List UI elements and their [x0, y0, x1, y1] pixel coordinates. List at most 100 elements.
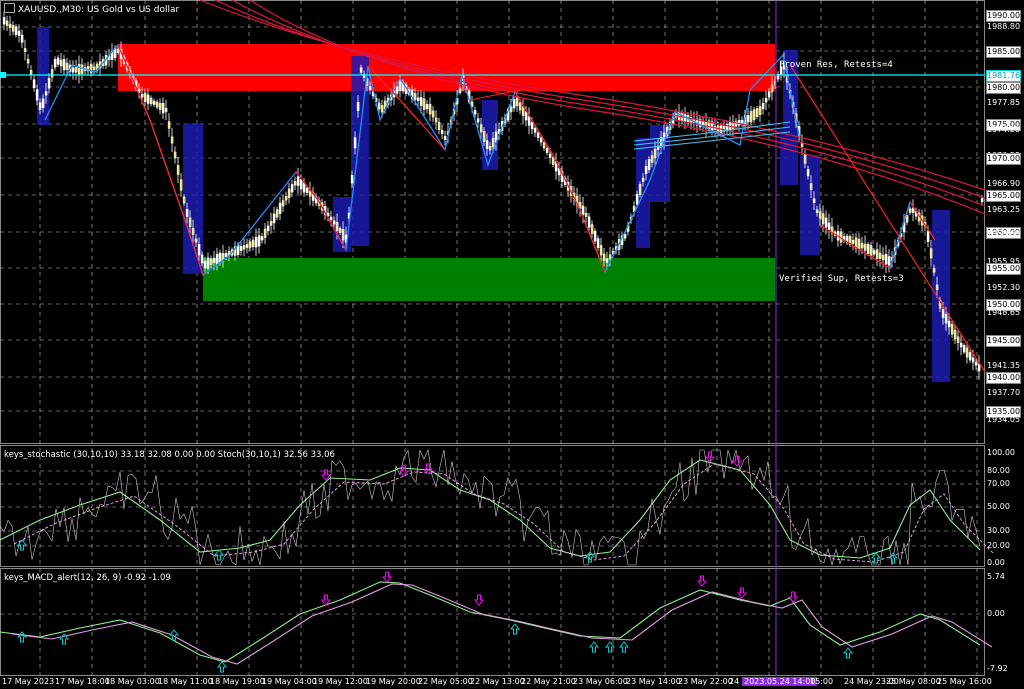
candle-body [806, 169, 810, 177]
candle-body [485, 140, 489, 149]
candle-body [251, 239, 255, 248]
candle-body [548, 153, 552, 158]
price-tick-label: 1974.20 [987, 125, 1021, 134]
candle-body [878, 252, 882, 259]
resistance-zone [118, 44, 775, 91]
candle-body [377, 102, 381, 110]
candle-body [158, 102, 162, 110]
candle-body [872, 250, 876, 255]
candle-body [353, 137, 357, 149]
stochastic-level-label: 100.00 [987, 448, 1015, 457]
candle-body [968, 352, 972, 361]
price-tick-label: 1959.60 [987, 229, 1021, 238]
candle-body [245, 244, 249, 248]
candle-body [248, 241, 252, 248]
candle-body [866, 243, 870, 255]
candle-body [56, 57, 60, 65]
candle-body [758, 106, 762, 116]
current-price-box: 1981.76 [986, 70, 1021, 82]
price-tick-label: 1970.00 [986, 153, 1021, 165]
candle-body [950, 323, 954, 335]
candle-body [740, 119, 744, 124]
candle-body [203, 260, 207, 269]
candle-body [296, 176, 300, 186]
macd-level-label: 5.74 [987, 572, 1005, 581]
candle-body [62, 59, 66, 71]
candle-body [185, 209, 189, 217]
candle-body [284, 196, 288, 201]
price-tick-label: 1945.00 [986, 335, 1021, 347]
price-tick-label: 1934.05 [987, 415, 1021, 424]
candle-body [77, 63, 81, 76]
time-tick-label: 19 May 20:00 [366, 677, 421, 686]
candle-body [92, 66, 96, 70]
time-tick-label: 17 May 2023 [2, 677, 55, 686]
stochastic-lines [0, 448, 995, 566]
stochastic-level-label: 50.00 [987, 502, 1010, 511]
candle-body [221, 253, 225, 260]
candle-body [473, 110, 477, 115]
time-tick-label: 22 May 05:00 [418, 677, 473, 686]
candle-body [164, 107, 168, 113]
candle-body [50, 69, 54, 78]
chart-canvas[interactable] [0, 0, 1024, 689]
candle-body [980, 197, 984, 203]
candle-body [947, 320, 951, 328]
candle-body [152, 100, 156, 105]
candle-body [965, 347, 969, 358]
time-tick-label: 15:00 [810, 677, 834, 686]
candle-body [530, 122, 534, 130]
candle-body [305, 187, 309, 194]
candle-body [146, 94, 150, 104]
candle-body [335, 222, 339, 231]
candle-body [752, 109, 756, 120]
candle-body [71, 67, 75, 73]
candle-body [551, 157, 555, 165]
candle-body [167, 121, 171, 129]
price-tick-label: 1985.00 [986, 46, 1021, 58]
candle-body [440, 129, 444, 135]
price-tick-label: 1990.00 [986, 10, 1021, 22]
candle-body [770, 84, 774, 93]
stochastic-level-label: 0.00 [987, 558, 1005, 567]
candle-body [524, 111, 528, 121]
price-tick-label: 1977.85 [987, 98, 1021, 107]
candle-body [962, 345, 966, 353]
candle-body [260, 236, 264, 241]
candle-body [266, 225, 270, 232]
candle-body [863, 243, 867, 251]
arrow-down-icon [736, 587, 748, 599]
candle-body [764, 98, 768, 103]
candle-body [974, 362, 978, 366]
candle-body [38, 102, 42, 111]
candle-body [875, 249, 879, 259]
candle-body [542, 142, 546, 149]
candle-body [431, 110, 435, 118]
candle-body [428, 103, 432, 115]
candle-body [8, 23, 12, 28]
arrow-up-icon [588, 641, 600, 653]
candle-body [350, 175, 354, 184]
candle-body [59, 59, 63, 67]
candle-body [41, 98, 45, 109]
candle-body [44, 91, 48, 96]
candle-body [53, 59, 57, 68]
candle-body [851, 239, 855, 244]
resistance-zone-label: Proven Res, Retests=4 [779, 60, 893, 70]
macd-lines [0, 581, 993, 665]
candle-body [593, 230, 597, 242]
symbol-title: XAUUSD.,M30: US Gold vs US dollar [4, 3, 179, 15]
candle-body [488, 145, 492, 151]
candle-body [338, 228, 342, 233]
candle-body [368, 85, 372, 91]
candle-body [65, 62, 69, 71]
candle-body [434, 117, 438, 123]
time-tick-label: 18 May 19:00 [210, 677, 265, 686]
time-tick-label: 25 May 08:00 [886, 677, 941, 686]
candle-body [941, 309, 945, 318]
candle-body [767, 91, 771, 98]
candle-body [476, 118, 480, 123]
candle-body [74, 67, 78, 73]
candle-body [881, 254, 885, 261]
candle-body [257, 235, 261, 247]
